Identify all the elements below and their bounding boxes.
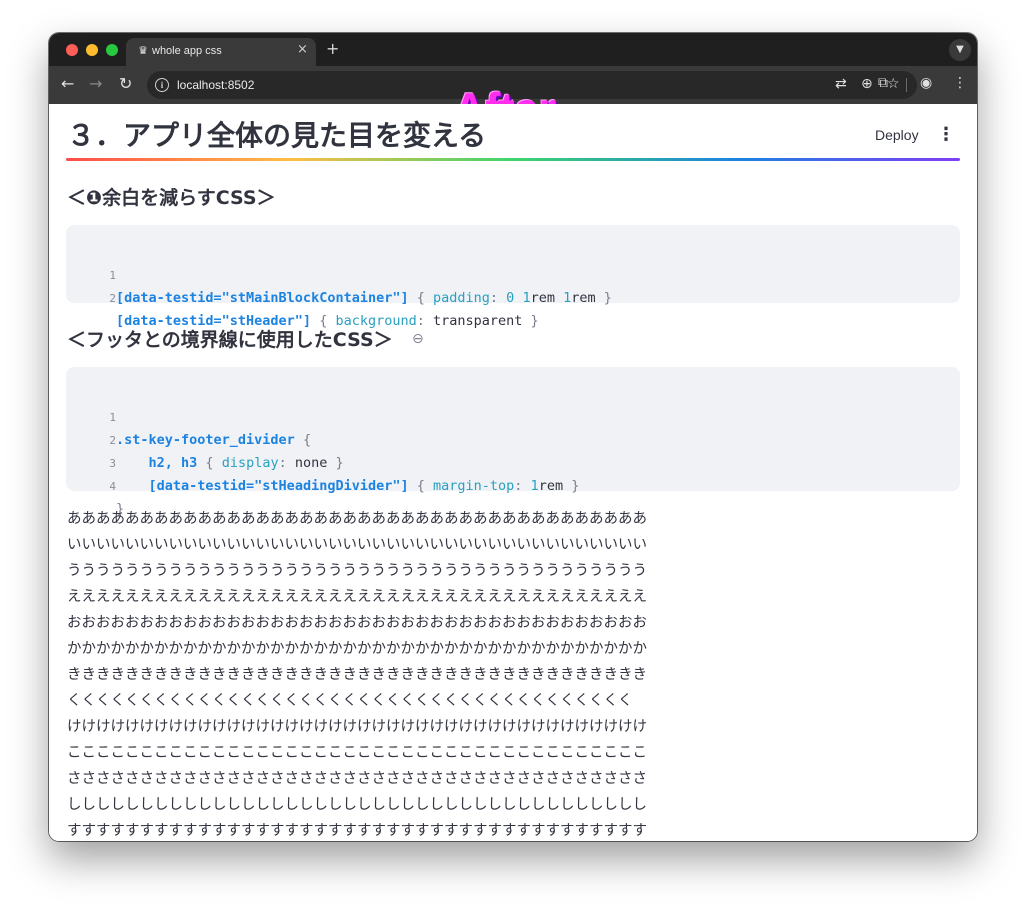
code-property: display <box>221 455 279 471</box>
code-line: 3 [data-testid="stHeadingDivider"] { mar… <box>66 429 579 494</box>
browser-window: ♛ whole app css × + ▼ ← → ↻ i localhost:… <box>49 33 977 841</box>
code-punct: } <box>595 290 612 306</box>
text-line: くくくくくくくくくくくくくくくくくくくくくくくくくくくくくくくくくくくくくくく <box>67 693 633 709</box>
text-line: いいいいいいいいいいいいいいいいいいいいいいいいいいいいいいいいいいいいいいいい <box>67 537 647 553</box>
app-content: ３．アプリ全体の見た目を変える Deploy ⋮ ＜❶余白を減らすCSS＞ 1 … <box>49 104 977 841</box>
body-text: ああああああああああああああああああああああああああああああああああああああああ… <box>67 506 727 841</box>
code-punct: } <box>563 478 580 494</box>
streamlit-favicon-icon: ♛ <box>138 44 148 57</box>
heading-divider <box>66 158 960 161</box>
main-menu-icon[interactable]: ⋮ <box>937 124 955 145</box>
back-button[interactable]: ← <box>61 74 74 93</box>
text-line: すすすすすすすすすすすすすすすすすすすすすすすすすすすすすすすすすすすすすすすす <box>67 823 647 839</box>
code-unit: rem <box>571 290 596 306</box>
text-line: うううううううううううううううううううううううううううううううううううううううう <box>67 563 647 579</box>
section-heading-padding: ＜❶余白を減らすCSS＞ <box>67 187 276 209</box>
page-title: ３．アプリ全体の見た目を変える <box>67 119 487 152</box>
star-icon[interactable]: ☆ <box>887 76 900 92</box>
code-line: 2 h2, h3 { display: none } <box>66 406 343 471</box>
tab-strip: ♛ whole app css × + ▼ <box>49 33 977 66</box>
code-selector: [data-testid="stHeadingDivider"] <box>148 478 409 494</box>
text-line: おおおおおおおおおおおおおおおおおおおおおおおおおおおおおおおおおおおおおおおお <box>67 615 647 631</box>
text-line: ああああああああああああああああああああああああああああああああああああああああ <box>67 511 647 527</box>
code-punct: { <box>408 290 433 306</box>
line-number: 2 <box>109 292 116 305</box>
deploy-button[interactable]: Deploy <box>875 127 919 143</box>
translate-icon[interactable]: ⇄ <box>835 76 847 92</box>
code-block-padding: 1 [data-testid="stMainBlockContainer"] {… <box>66 225 960 329</box>
profile-icon[interactable]: ◉ <box>920 75 932 91</box>
code-line: 1 [data-testid="stMainBlockContainer"] {… <box>66 241 612 306</box>
forward-button[interactable]: → <box>89 74 102 93</box>
minimize-window-button[interactable] <box>86 44 98 56</box>
anchor-link-icon[interactable]: ⊖ <box>412 331 424 347</box>
code-value: none <box>294 455 328 471</box>
text-line: きききききききききききききききききききききききききききききききききききききききき <box>67 667 647 683</box>
extensions-icon[interactable]: ⧉ <box>878 75 888 91</box>
browser-tab[interactable]: ♛ whole app css × <box>126 38 316 66</box>
site-info-icon[interactable]: i <box>155 78 169 92</box>
text-line: けけけけけけけけけけけけけけけけけけけけけけけけけけけけけけけけけけけけけけけけ <box>67 719 647 735</box>
toolbar-divider <box>906 78 907 92</box>
code-punct: : <box>278 455 295 471</box>
code-property: margin-top <box>433 478 515 494</box>
tab-search-button[interactable]: ▼ <box>949 39 971 61</box>
close-tab-icon[interactable]: × <box>297 42 308 57</box>
code-block-footer: 1 .st-key-footer_divider { 2 h2, h3 { di… <box>66 367 960 517</box>
code-punct: : <box>416 313 434 329</box>
code-punct: } <box>522 313 539 329</box>
reload-button[interactable]: ↻ <box>119 74 132 93</box>
text-line: かかかかかかかかかかかかかかかかかかかかかかかかかかかかかかかかかかかかかかかか <box>67 641 647 657</box>
code-number: 1 <box>530 478 539 494</box>
traffic-lights <box>66 44 118 56</box>
tab-title: whole app css <box>152 45 222 57</box>
code-unit: rem <box>538 478 564 494</box>
code-punct: } <box>327 455 344 471</box>
line-number: 4 <box>109 480 116 493</box>
code-unit: rem <box>530 290 555 306</box>
text-line: ささささささささささささささささささささささささささささささささささささささささ <box>67 771 647 787</box>
text-line: ええええええええええええええええええええええええええええええええええええええええ <box>67 589 647 605</box>
code-property: padding <box>433 290 490 306</box>
menu-icon[interactable]: ⋮ <box>953 75 967 91</box>
url-text[interactable]: localhost:8502 <box>177 78 254 92</box>
code-punct: { <box>197 455 222 471</box>
text-line: ここここここここここここここここここここここここここここここここここここここここ <box>67 745 647 761</box>
code-selector: h2, h3 <box>148 455 198 471</box>
code-line: 2 [data-testid="stHeader"] { background:… <box>66 264 538 329</box>
code-number: 1 <box>522 290 531 306</box>
maximize-window-button[interactable] <box>106 44 118 56</box>
code-selector: [data-testid="stMainBlockContainer"] <box>116 290 409 306</box>
code-punct: : <box>514 478 531 494</box>
code-punct: { <box>294 432 312 448</box>
close-window-button[interactable] <box>66 44 78 56</box>
new-tab-button[interactable]: + <box>326 39 339 58</box>
code-line: 1 .st-key-footer_divider { <box>66 383 311 448</box>
zoom-icon[interactable]: ⊕ <box>861 76 873 92</box>
code-punct: : <box>489 290 507 306</box>
code-line: 4 } <box>66 452 131 517</box>
section-heading-footer: ＜フッタとの境界線に使用したCSS＞ <box>67 329 393 351</box>
browser-toolbar: ← → ↻ i localhost:8502 ⇄ ⊕ ☆ ⧉ ◉ ⋮ After <box>49 66 977 135</box>
code-value: transparent <box>433 313 523 329</box>
code-punct: { <box>408 478 433 494</box>
text-line: しししししししししししししししししししししししししししししししししししししししし <box>67 797 647 813</box>
code-selector: .st-key-footer_divider <box>116 432 295 448</box>
